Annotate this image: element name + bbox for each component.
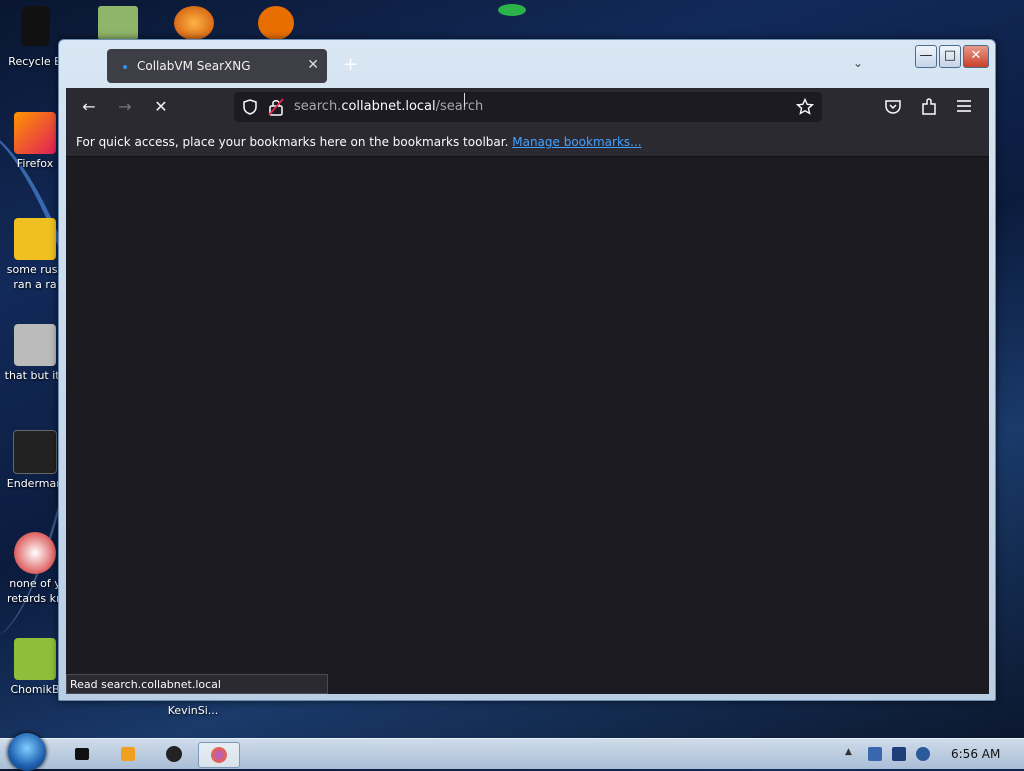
action-center-icon[interactable] [868, 747, 882, 761]
text-cursor-icon [464, 93, 465, 107]
url-bar[interactable]: search.collabnet.local/search [234, 92, 822, 122]
desktop-icon-partial[interactable] [174, 6, 214, 40]
browser-window: — □ ✕ CollabVM SearXNG ✕ + ⌄ ← → ✕ searc… [58, 39, 996, 701]
file-icon [13, 430, 57, 474]
taskbar-app-firefox[interactable] [198, 742, 240, 768]
taskbar-app-obs[interactable] [154, 742, 194, 766]
manage-bookmarks-link[interactable]: Manage bookmarks... [512, 135, 641, 149]
hamburger-menu-icon[interactable] [956, 99, 972, 113]
shield-icon[interactable] [242, 99, 258, 115]
file-icon [14, 532, 56, 574]
url-subdomain: search. [294, 99, 342, 114]
file-icon [14, 638, 56, 680]
network-icon[interactable] [892, 747, 906, 761]
bookmark-star-icon[interactable] [796, 98, 814, 116]
desktop-icon-partial[interactable] [258, 6, 294, 40]
minimize-button[interactable]: — [915, 45, 937, 68]
desktop-icon-partial[interactable] [98, 6, 138, 40]
desktop-icon-label: KevinSi... [167, 704, 219, 717]
back-button[interactable]: ← [78, 97, 100, 117]
bookmarks-toolbar: For quick access, place your bookmarks h… [66, 126, 989, 157]
firefox-icon [211, 747, 227, 763]
close-window-button[interactable]: ✕ [963, 45, 989, 68]
new-tab-button[interactable]: + [343, 54, 358, 75]
forward-button[interactable]: → [114, 97, 136, 117]
nav-toolbar: ← → ✕ search.collabnet.local/search [66, 88, 989, 126]
obs-icon [166, 746, 182, 762]
taskbar-app-media[interactable] [108, 742, 148, 766]
url-domain: collabnet.local [341, 99, 436, 114]
extensions-icon[interactable] [920, 98, 938, 116]
insecure-lock-icon[interactable] [268, 98, 284, 116]
show-hidden-icons-button[interactable]: ▲ [845, 747, 859, 761]
tab-close-icon[interactable]: ✕ [307, 57, 319, 73]
list-all-tabs-button[interactable]: ⌄ [853, 56, 863, 70]
status-panel: Read search.collabnet.local [66, 674, 328, 694]
file-icon [14, 324, 56, 366]
start-button[interactable] [8, 733, 46, 771]
tab-favicon-icon [123, 65, 127, 69]
taskbar-app-cmd[interactable] [62, 742, 102, 766]
firefox-icon [14, 112, 56, 154]
media-player-icon [121, 747, 135, 761]
stop-button[interactable]: ✕ [150, 97, 172, 117]
desktop-icon-partial[interactable] [498, 4, 526, 16]
url-text[interactable]: search.collabnet.local/search [294, 99, 483, 114]
maximize-button[interactable]: □ [939, 45, 961, 68]
url-path: /search [435, 99, 484, 114]
taskbar: ▲ 6:56 AM [0, 733, 1024, 771]
file-icon [14, 218, 56, 260]
tab-collabvm-searxng[interactable]: CollabVM SearXNG ✕ [107, 49, 327, 83]
terminal-icon [75, 748, 89, 760]
recycle-bin-icon [21, 10, 49, 46]
desktop-icon-kevin[interactable]: KevinSi... [158, 703, 228, 718]
page-content[interactable]: Read search.collabnet.local [66, 157, 989, 694]
tab-title: CollabVM SearXNG [137, 59, 251, 73]
bookmarks-hint-text: For quick access, place your bookmarks h… [76, 135, 509, 149]
bookmarks-toolbar-hint: For quick access, place your bookmarks h… [76, 135, 642, 149]
clock[interactable]: 6:56 AM [951, 747, 1000, 761]
volume-icon[interactable] [916, 747, 930, 761]
pocket-icon[interactable] [884, 99, 902, 115]
